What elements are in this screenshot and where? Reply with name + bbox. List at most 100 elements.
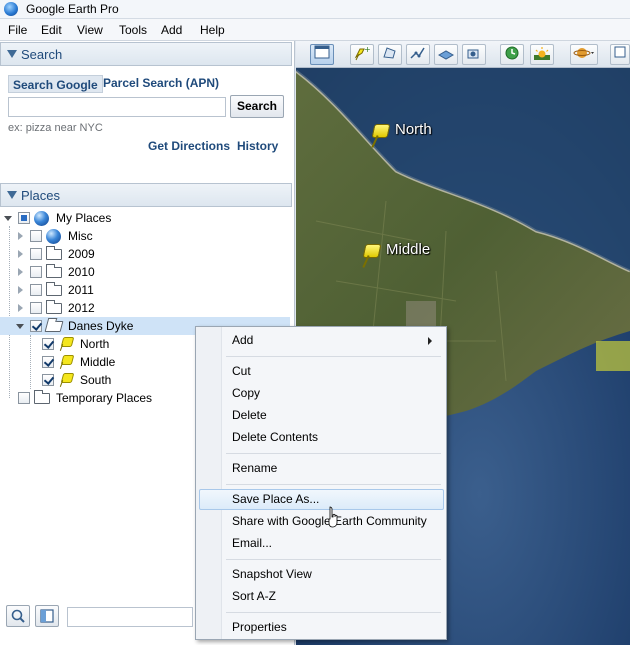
checkbox[interactable] xyxy=(18,212,30,224)
magnifier-icon xyxy=(11,609,25,623)
expand-arrow-icon[interactable] xyxy=(16,324,24,329)
tab-search-google[interactable]: Search Google xyxy=(8,75,103,93)
map-placemark-middle[interactable] xyxy=(361,244,381,270)
search-panel-header[interactable]: Search xyxy=(0,42,292,66)
tree-item-2011[interactable]: 2011 xyxy=(0,281,290,299)
menu-add[interactable]: Add xyxy=(161,23,182,37)
history-link[interactable]: History xyxy=(237,139,278,153)
menu-item-delete-contents[interactable]: Delete Contents xyxy=(199,427,444,448)
folder-icon xyxy=(46,246,62,260)
menu-item-snapshot-view[interactable]: Snapshot View xyxy=(199,564,444,585)
tree-item-label: 2010 xyxy=(68,265,95,279)
folder-icon xyxy=(46,300,62,314)
tree-item-label: 2009 xyxy=(68,247,95,261)
toolbar-more-button[interactable] xyxy=(610,44,630,65)
add-polygon-button[interactable] xyxy=(378,44,402,65)
checkbox[interactable] xyxy=(30,248,42,260)
checkbox[interactable] xyxy=(42,374,54,386)
planets-button[interactable] xyxy=(570,44,598,65)
menu-item-cut[interactable]: Cut xyxy=(199,361,444,382)
menu-bar: File Edit View Tools Add Help xyxy=(0,19,630,41)
checkbox[interactable] xyxy=(42,356,54,368)
expand-arrow-icon[interactable] xyxy=(18,304,23,312)
toggle-sidebar-button[interactable] xyxy=(35,605,59,627)
menu-item-share-community[interactable]: Share with Google Earth Community xyxy=(199,511,444,532)
camera-icon xyxy=(467,49,479,59)
menu-item-save-place-as[interactable]: Save Place As... xyxy=(199,489,444,510)
title-bar: Google Earth Pro xyxy=(0,0,630,19)
expand-arrow-icon[interactable] xyxy=(18,268,23,276)
open-folder-icon xyxy=(44,321,64,332)
menu-item-delete[interactable]: Delete xyxy=(199,405,444,426)
checkbox[interactable] xyxy=(30,320,42,332)
tree-item-2010[interactable]: 2010 xyxy=(0,263,290,281)
record-tour-button[interactable] xyxy=(462,44,486,65)
expand-arrow-icon[interactable] xyxy=(18,232,23,240)
globe-icon xyxy=(46,229,61,244)
places-panel-header[interactable]: Places xyxy=(0,183,292,207)
checkbox[interactable] xyxy=(42,338,54,350)
checkbox[interactable] xyxy=(18,392,30,404)
add-overlay-button[interactable] xyxy=(434,44,458,65)
menu-item-add[interactable]: Add xyxy=(199,330,444,351)
sidebar-toggle-icon xyxy=(40,609,54,623)
menu-item-email[interactable]: Email... xyxy=(199,533,444,554)
menu-item-copy[interactable]: Copy xyxy=(199,383,444,404)
get-directions-link[interactable]: Get Directions xyxy=(148,139,230,153)
map-label-north: North xyxy=(395,121,432,138)
menu-item-sort-a-z[interactable]: Sort A-Z xyxy=(199,586,444,607)
menu-help[interactable]: Help xyxy=(200,23,225,37)
expand-arrow-icon[interactable] xyxy=(4,216,12,221)
tree-item-label: Middle xyxy=(80,355,116,369)
placemark-icon xyxy=(60,355,72,369)
expand-arrow-icon[interactable] xyxy=(18,250,23,258)
menu-view[interactable]: View xyxy=(77,23,103,37)
tree-item-label: Temporary Places xyxy=(56,391,153,405)
path-icon xyxy=(410,47,425,59)
menu-item-rename[interactable]: Rename xyxy=(199,458,444,479)
add-path-button[interactable] xyxy=(406,44,430,65)
search-input[interactable] xyxy=(8,97,226,117)
menu-item-label: Save Place As... xyxy=(232,492,320,506)
menu-item-label: Snapshot View xyxy=(232,567,312,581)
folder-icon xyxy=(46,264,62,278)
tree-item-label: My Places xyxy=(56,211,112,225)
window-title: Google Earth Pro xyxy=(26,2,119,16)
menu-file[interactable]: File xyxy=(8,23,27,37)
tree-item-my-places[interactable]: My Places xyxy=(0,209,290,227)
sunlight-button[interactable] xyxy=(530,44,554,65)
tree-item-misc[interactable]: Misc xyxy=(0,227,290,245)
collapse-triangle-icon xyxy=(7,191,17,199)
placemark-icon xyxy=(60,337,72,351)
planet-icon xyxy=(573,48,594,58)
places-filter-input[interactable] xyxy=(67,607,193,627)
menu-separator xyxy=(226,484,441,485)
panel-icon xyxy=(614,46,626,58)
search-places-button[interactable] xyxy=(6,605,30,627)
collapse-triangle-icon xyxy=(7,50,17,58)
search-button[interactable]: Search xyxy=(230,95,284,118)
add-placemark-button[interactable]: + xyxy=(350,44,374,65)
expand-arrow-icon[interactable] xyxy=(18,286,23,294)
menu-item-label: Sort A-Z xyxy=(232,589,277,603)
context-menu: Add Cut Copy Delete Delete Contents Rena… xyxy=(195,326,447,640)
globe-icon xyxy=(34,211,49,226)
menu-edit[interactable]: Edit xyxy=(41,23,62,37)
sidebar-toggle-button[interactable] xyxy=(310,44,334,65)
folder-icon xyxy=(34,390,50,404)
menu-item-label: Email... xyxy=(232,536,273,550)
mouse-cursor-icon xyxy=(328,506,338,528)
historical-imagery-button[interactable] xyxy=(500,44,524,65)
menu-item-label: Copy xyxy=(232,386,261,400)
menu-tools[interactable]: Tools xyxy=(119,23,147,37)
map-placemark-north[interactable] xyxy=(370,124,390,150)
checkbox[interactable] xyxy=(30,302,42,314)
checkbox[interactable] xyxy=(30,266,42,278)
tree-item-2012[interactable]: 2012 xyxy=(0,299,290,317)
checkbox[interactable] xyxy=(30,284,42,296)
tab-parcel-search[interactable]: Parcel Search (APN) xyxy=(103,76,219,90)
tree-item-label: 2012 xyxy=(68,301,95,315)
tree-item-2009[interactable]: 2009 xyxy=(0,245,290,263)
checkbox[interactable] xyxy=(30,230,42,242)
menu-item-properties[interactable]: Properties xyxy=(199,617,444,638)
